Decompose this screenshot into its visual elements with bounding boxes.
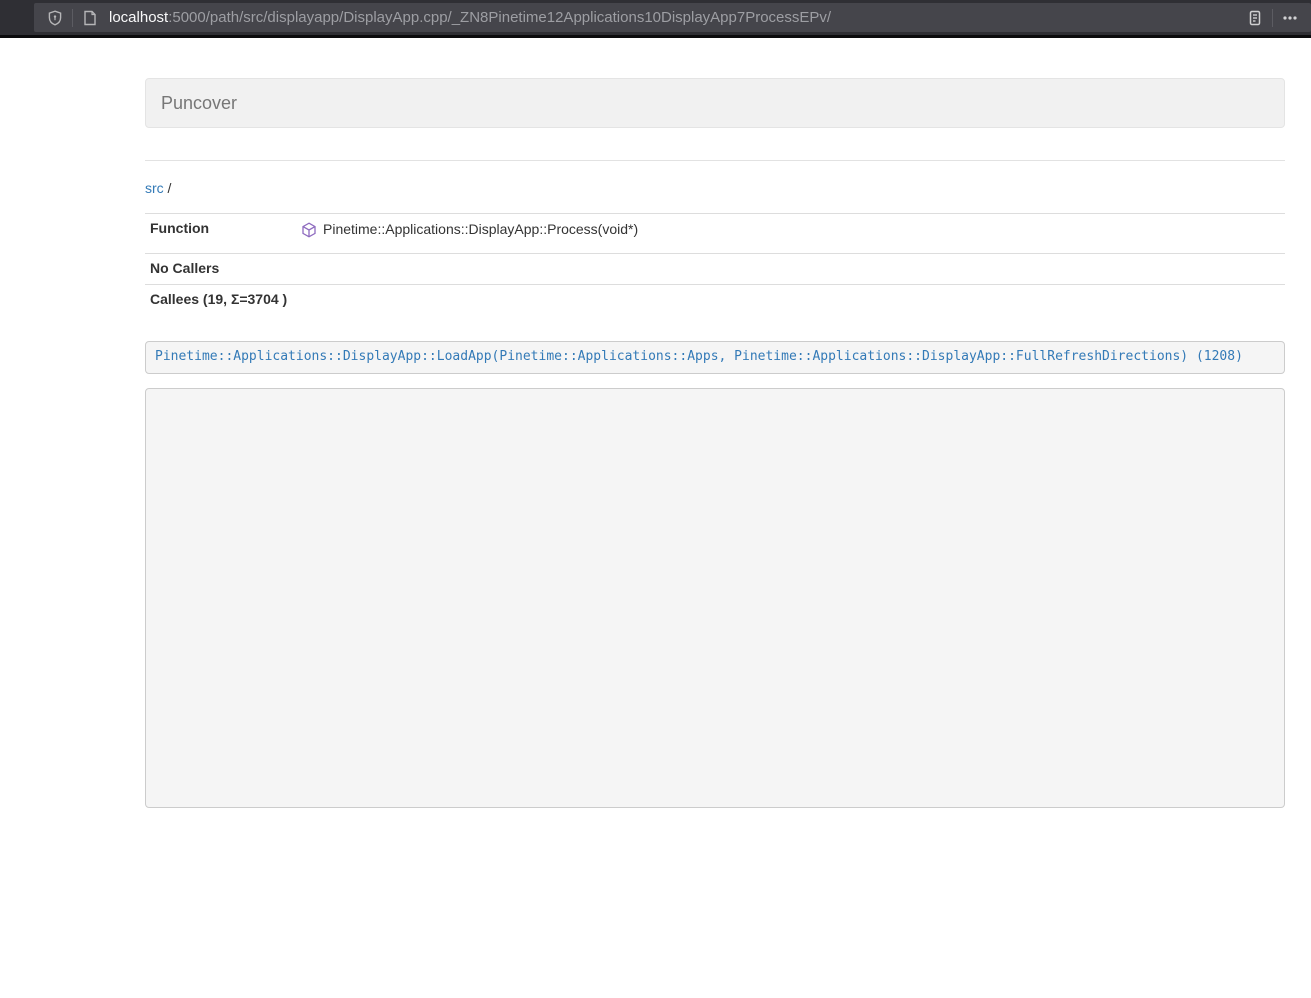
callees-row: Callees (19, Σ=3704 ) — [145, 284, 1285, 314]
url-bar-separator — [72, 9, 73, 27]
no-callers-label: No Callers — [145, 253, 296, 284]
url-path: :5000/path/src/displayapp/DisplayApp.cpp… — [168, 9, 831, 26]
highlighted-callee-link[interactable]: Pinetime::Applications::DisplayApp::Load… — [155, 349, 1243, 364]
callees-list — [296, 284, 1285, 314]
disassembly-listing — [145, 388, 1285, 808]
highlighted-callee: Pinetime::Applications::DisplayApp::Load… — [145, 341, 1285, 374]
breadcrumb-separator: / — [164, 180, 172, 196]
breadcrumb: src / — [145, 179, 1285, 199]
no-callers-row: No Callers — [145, 253, 1285, 284]
url-bar-separator — [1272, 9, 1273, 27]
function-row: Function Pinetime::Applications::Display… — [145, 213, 1285, 253]
breadcrumb-link[interactable]: src — [145, 180, 164, 196]
reader-mode-icon[interactable] — [1242, 5, 1268, 31]
overflow-menu-icon[interactable] — [1277, 5, 1303, 31]
symbol-cube-icon — [301, 222, 317, 238]
function-heading: Pinetime::Applications::DisplayApp::Proc… — [301, 219, 1280, 244]
no-callers-cell — [296, 253, 1285, 284]
page-icon — [77, 5, 103, 31]
function-cell: Pinetime::Applications::DisplayApp::Proc… — [296, 213, 1285, 253]
callees-label: Callees (19, Σ=3704 ) — [145, 284, 296, 314]
app-navbar: Puncover — [145, 78, 1285, 128]
function-row-label: Function — [145, 213, 296, 253]
url-bar[interactable]: localhost:5000/path/src/displayapp/Displ… — [34, 3, 1311, 32]
function-name: Pinetime::Applications::DisplayApp::Proc… — [323, 220, 638, 240]
url-text[interactable]: localhost:5000/path/src/displayapp/Displ… — [109, 7, 1242, 28]
divider — [145, 160, 1285, 161]
shield-icon[interactable] — [42, 5, 68, 31]
symbol-table: Function Pinetime::Applications::Display… — [145, 213, 1285, 315]
app-title[interactable]: Puncover — [146, 79, 252, 127]
page-container: Puncover src / Function Pinetime::Applic… — [145, 38, 1285, 808]
url-host: localhost — [109, 9, 168, 26]
browser-toolbar: localhost:5000/path/src/displayapp/Displ… — [0, 0, 1311, 35]
